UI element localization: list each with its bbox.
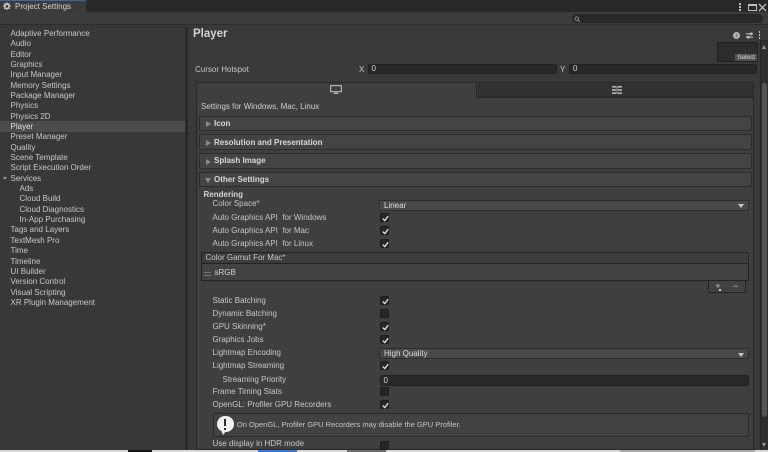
svg-text:?: ?: [735, 33, 738, 38]
